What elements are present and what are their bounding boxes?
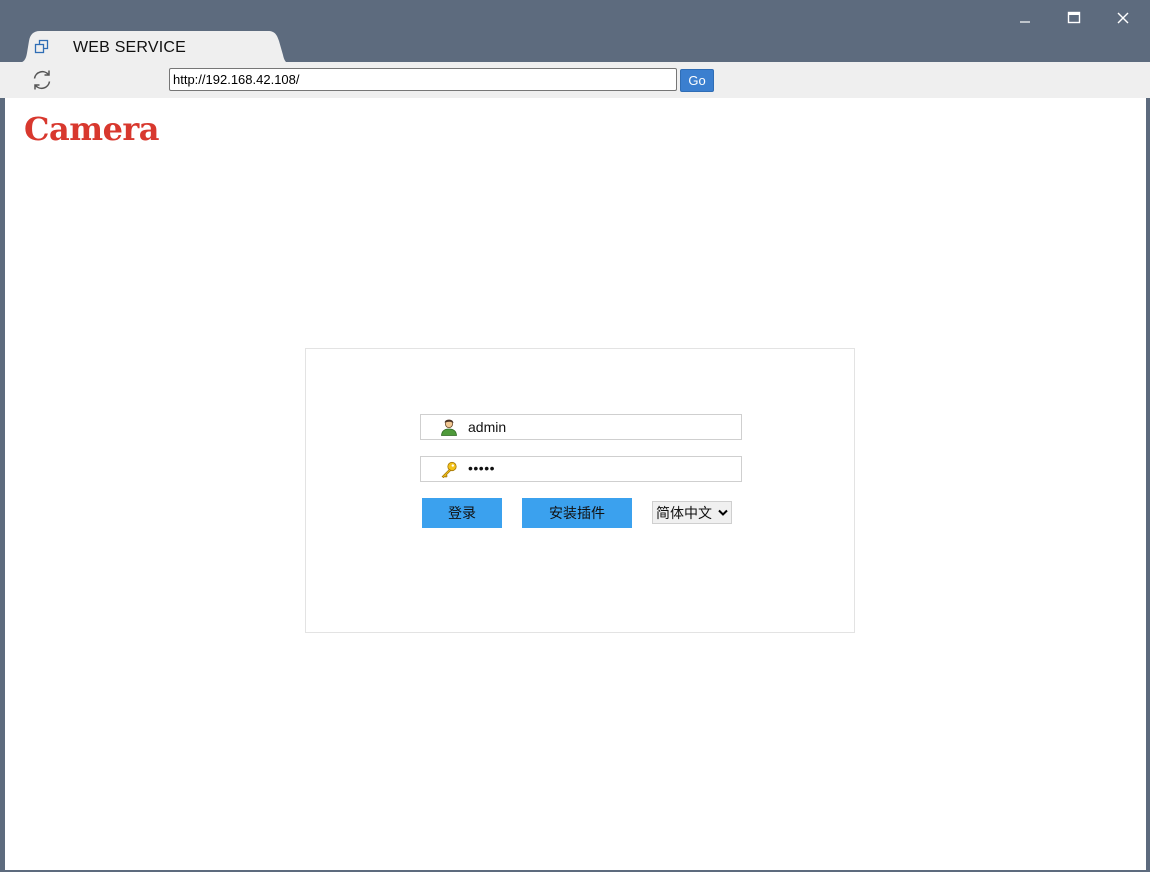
maximize-icon	[1067, 11, 1081, 24]
minimize-button[interactable]	[1002, 4, 1048, 32]
title-bar: WEB SERVICE	[0, 0, 1150, 63]
login-button[interactable]: 登录	[422, 498, 502, 528]
tab-title: WEB SERVICE	[73, 39, 187, 56]
chevron-down-icon	[718, 509, 728, 516]
maximize-button[interactable]	[1051, 4, 1097, 32]
language-select[interactable]: 简体中文	[652, 501, 732, 524]
go-button[interactable]: Go	[680, 69, 714, 92]
browser-window: WEB SERVICE Go Camera	[0, 0, 1150, 872]
language-selected: 简体中文	[656, 505, 712, 522]
password-input[interactable]: •••••	[468, 460, 495, 476]
username-input[interactable]	[468, 417, 728, 437]
close-icon	[1117, 12, 1129, 24]
close-button[interactable]	[1100, 4, 1146, 32]
window-restore-icon	[34, 39, 49, 54]
browser-tab[interactable]: WEB SERVICE	[18, 31, 288, 63]
password-field[interactable]: •••••	[420, 456, 742, 482]
install-plugin-button[interactable]: 安装插件	[522, 498, 632, 528]
address-toolbar: Go	[0, 62, 1150, 98]
url-input[interactable]	[169, 68, 677, 91]
key-icon	[441, 461, 457, 478]
login-panel: ••••• 登录 安装插件 简体中文	[305, 348, 855, 633]
username-field[interactable]	[420, 414, 742, 440]
page-content: Camera ••••• 登录 安装插件	[5, 98, 1146, 870]
user-icon	[441, 419, 457, 436]
reload-icon[interactable]	[30, 68, 54, 92]
minimize-icon	[1020, 21, 1030, 23]
camera-logo: Camera	[24, 110, 160, 148]
